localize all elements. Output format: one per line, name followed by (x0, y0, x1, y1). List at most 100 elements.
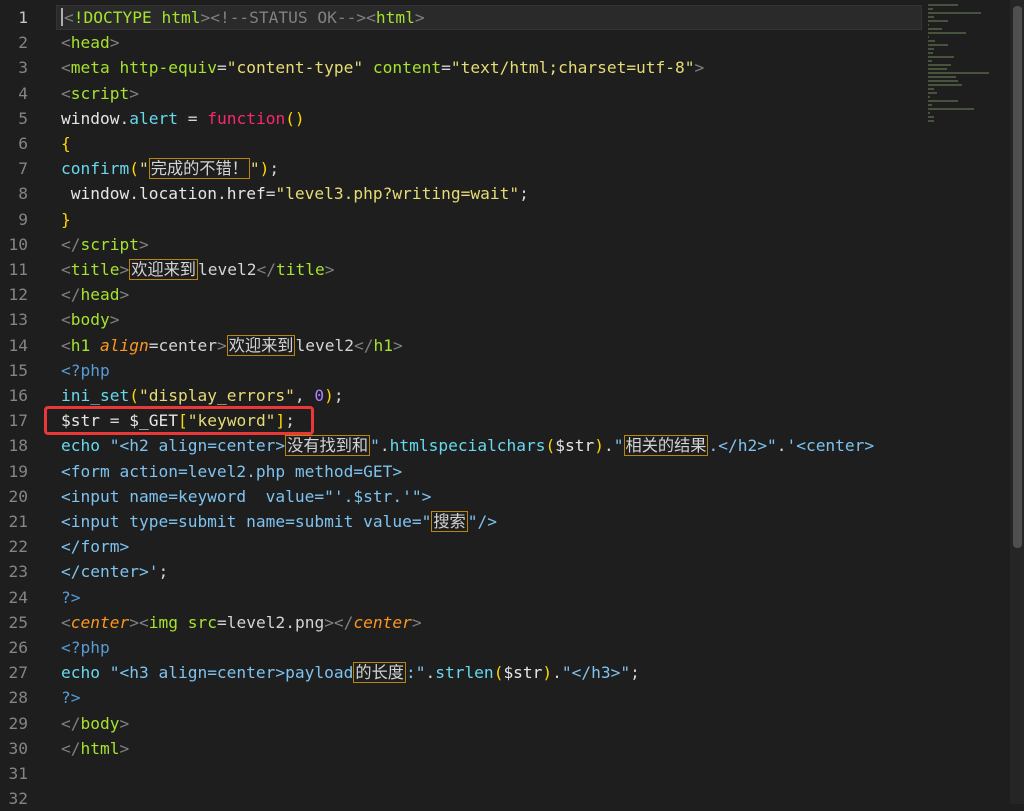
code-text: </head> (61, 282, 129, 307)
code-line-1[interactable]: 1 <!DOCTYPE html><!--STATUS OK--><html> (0, 5, 1010, 31)
code-token: head (80, 285, 120, 305)
minimap-line (928, 32, 967, 34)
minimap-line (928, 84, 963, 86)
code-token: < (61, 260, 71, 279)
code-token: "<h2 align=center> (109, 436, 286, 456)
code-line-2[interactable]: 2 <head> (0, 30, 1010, 55)
vertical-scrollbar[interactable] (1010, 0, 1024, 804)
line-number: 11 (8, 260, 29, 279)
code-line-7[interactable]: 7 confirm(" 完成的不错！ "); (0, 156, 1010, 181)
code-text: <script> (61, 81, 139, 106)
code-text: </center>'; (61, 559, 168, 584)
code-token: " (138, 159, 149, 179)
code-text: { (61, 131, 71, 156)
code-line-11[interactable]: 11 <title> 欢迎来到 level2</title> (0, 257, 1010, 282)
code-line-15[interactable]: 15 <?php (0, 358, 1010, 383)
code-token: < (61, 58, 71, 78)
minimap-line (928, 112, 930, 114)
line-number: 28 (8, 688, 29, 708)
code-text: ?> (61, 585, 81, 610)
code-token: = (177, 108, 208, 128)
code-line-32[interactable]: 32 (0, 786, 1010, 811)
code-token: ; (630, 663, 640, 683)
code-token: center (353, 612, 412, 632)
code-token: confirm (61, 159, 130, 179)
code-token: , (294, 386, 315, 405)
text-cursor (61, 8, 63, 26)
code-line-30[interactable]: 30 </html> (0, 736, 1010, 761)
minimap-line (928, 68, 948, 70)
minimap-line (928, 96, 930, 98)
code-token: $str (555, 436, 595, 456)
code-line-6[interactable]: 6{ (0, 131, 1010, 156)
code-token: ( (129, 386, 139, 405)
scrollbar-thumb[interactable] (1013, 6, 1022, 548)
code-token: "<h3 align=center>payload (109, 663, 354, 683)
line-number: 4 (18, 83, 28, 103)
code-token: ; (269, 159, 280, 179)
line-number: 21 (8, 512, 29, 531)
code-line-4[interactable]: 4 <script> (0, 81, 1010, 106)
code-line-23[interactable]: 23 </center>'; (0, 559, 1010, 584)
code-token: ini_set (61, 386, 130, 405)
code-line-28[interactable]: 28 ?> (0, 685, 1010, 710)
code-token: <input name=keyword value="'.$str.'"> (61, 486, 432, 506)
code-token: location (138, 184, 217, 204)
code-line-25[interactable]: 25 <center><img src=level2.png></center> (0, 610, 1010, 635)
code-text: echo "<h2 align=center> 没有找到和 ".htmlspecia… (61, 433, 874, 458)
code-token: = (441, 58, 451, 78)
code-line-8[interactable]: 8 window.location.href="level3.php?writi… (0, 181, 1010, 206)
minimap[interactable] (928, 4, 1008, 122)
code-line-13[interactable]: 13 <body> (0, 307, 1010, 332)
code-token: >< (129, 612, 149, 632)
code-token: <?php (61, 638, 110, 657)
code-line-3[interactable]: 3 <meta http-equiv="content-type" content… (0, 55, 1010, 80)
code-line-31[interactable]: 31 (0, 761, 1010, 786)
code-token: > (119, 738, 130, 758)
code-token: <form action=level2.php method=GET> (61, 461, 403, 481)
code-line-24[interactable]: 24 ?> (0, 585, 1010, 610)
minimap-line (928, 120, 934, 122)
minimap-line (928, 64, 952, 66)
code-token: </ (61, 234, 81, 254)
minimap-line (928, 12, 981, 14)
code-line-22[interactable]: 22 </form> (0, 534, 1010, 559)
code-line-26[interactable]: 26 <?php (0, 635, 1010, 660)
code-token: " (249, 159, 260, 179)
code-line-12[interactable]: 12 </head> (0, 282, 1010, 307)
code-editor[interactable]: 1 <!DOCTYPE html><!--STATUS OK--><html> 2 <… (0, 5, 1010, 808)
code-text: } (61, 207, 71, 232)
code-token: center (70, 612, 130, 632)
code-token: < (61, 33, 71, 53)
code-token: "display_errors" (138, 386, 295, 405)
code-line-19[interactable]: 19 <form action=level2.php method=GET> (0, 459, 1010, 484)
code-token: > (109, 310, 120, 330)
code-token: level2 (197, 260, 257, 279)
code-line-27[interactable]: 27 echo "<h3 align=center>payload 的长度:".st… (0, 660, 1010, 685)
code-line-16[interactable]: 16 ini_set("display_errors", 0); (0, 383, 1010, 408)
code-line-14[interactable]: 14 <h1 align=center> 欢迎来到 level2</h1> (0, 333, 1010, 358)
code-token: > (119, 260, 130, 279)
code-line-10[interactable]: 10 </script> (0, 232, 1010, 257)
code-token: h1 (70, 335, 91, 355)
code-token: ; (158, 562, 169, 582)
code-line-20[interactable]: 20 <input name=keyword value="'.$str.'"> (0, 484, 1010, 509)
code-line-9[interactable]: 9} (0, 207, 1010, 232)
line-number: 25 (8, 612, 29, 632)
minimap-line (928, 108, 974, 110)
code-line-5[interactable]: 5 window.alert = function() (0, 106, 1010, 131)
code-token: < (61, 612, 71, 632)
code-token: > (216, 335, 227, 355)
code-token: "/> (467, 512, 497, 531)
code-line-29[interactable]: 29 </body> (0, 711, 1010, 736)
code-token: ) (542, 663, 553, 683)
line-number: 2 (18, 33, 28, 53)
code-line-18[interactable]: 18 echo "<h2 align=center> 没有找到和 ".htmlspec… (0, 433, 1010, 458)
code-token: 0 (314, 386, 325, 405)
code-token: <?php (61, 360, 110, 380)
code-text: window.alert = function() (61, 106, 305, 131)
line-number: 27 (8, 663, 29, 683)
code-token: h1 (373, 335, 393, 355)
code-line-21[interactable]: 21 <input type=submit name=submit value="… (0, 509, 1010, 534)
